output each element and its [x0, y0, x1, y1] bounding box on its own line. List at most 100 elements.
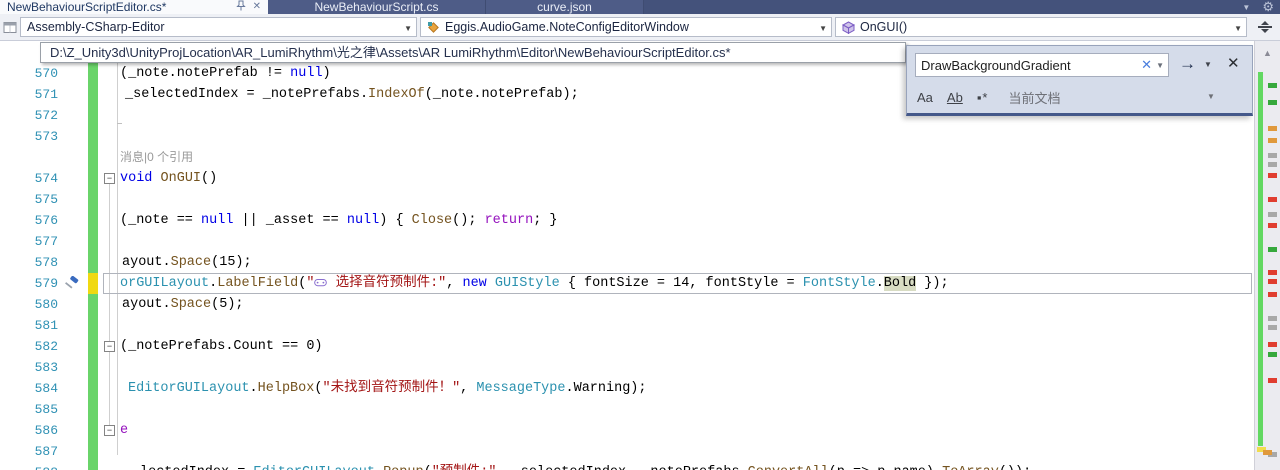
scrollbar-annotation-mark	[1268, 325, 1277, 330]
find-options-chevron-icon[interactable]: ▼	[1204, 60, 1212, 69]
code-line: 577	[0, 231, 1254, 252]
tab-list-chevron-icon[interactable]: ▼	[1242, 3, 1250, 12]
vertical-scrollbar[interactable]: ▲	[1254, 41, 1280, 470]
scrollbar-annotation-mark	[1268, 153, 1277, 158]
fold-collapse-box[interactable]: −	[104, 425, 115, 436]
scrollbar-annotation-mark	[1268, 292, 1277, 297]
scrollbar-annotation-mark	[1268, 197, 1277, 202]
close-find-panel-button[interactable]: ✕	[1227, 54, 1240, 72]
member-dropdown[interactable]: OnGUI() ▼	[835, 17, 1247, 37]
search-box: ✕ ▼	[915, 53, 1169, 77]
find-panel: ✕ ▼ → ▼ ✕ Aa Ab ▪* 当前文档 ▼	[906, 45, 1253, 116]
line-number: 571	[34, 87, 58, 102]
code-line: 576 (_note == null || _asset == null) { C…	[0, 210, 1254, 231]
code-text: void OnGUI()	[120, 171, 218, 186]
close-tab-icon[interactable]: ✕	[253, 0, 261, 14]
tab-label: NewBehaviourScriptEditor.cs*	[7, 0, 167, 14]
code-line: 587	[0, 441, 1254, 462]
project-dropdown[interactable]: Assembly-CSharp-Editor ▼	[20, 17, 417, 37]
line-number: 572	[34, 108, 58, 123]
code-text: (_note == null || _asset == null) { Clos…	[120, 213, 558, 228]
code-line: 588 lectedIndex = EditorGUILayout.Popup("…	[0, 462, 1254, 470]
code-text: ayout.Space(15);	[122, 255, 252, 270]
scrollbar-annotation-mark	[1268, 352, 1277, 357]
code-line: 584 EditorGUILayout.HelpBox("未找到音符预制件！", …	[0, 378, 1254, 399]
scrollbar-annotation-mark	[1268, 279, 1277, 284]
gear-icon[interactable]: ⚙	[1262, 0, 1274, 15]
line-number: 570	[34, 66, 58, 81]
regex-toggle[interactable]: ▪*	[977, 90, 989, 105]
line-number: 580	[34, 297, 58, 312]
code-line: 581	[0, 315, 1254, 336]
code-line: 583	[0, 357, 1254, 378]
scrollbar-annotation-mark	[1268, 162, 1277, 167]
chevron-down-icon: ▼	[1234, 24, 1242, 33]
code-text: ayout.Space(5);	[122, 297, 244, 312]
line-number: 577	[34, 234, 58, 249]
code-line: 585	[0, 399, 1254, 420]
code-line: 574 − void OnGUI()	[0, 168, 1254, 189]
pin-icon[interactable]	[235, 0, 246, 14]
code-text: e	[120, 423, 129, 438]
line-number: 586	[34, 423, 58, 438]
type-dropdown[interactable]: Eggis.AudioGame.NoteConfigEditorWindow ▼	[420, 17, 832, 37]
chevron-down-icon: ▼	[404, 24, 412, 33]
line-number: 581	[34, 318, 58, 333]
document-tab-bar: NewBehaviourScriptEditor.cs* ✕ NewBehavi…	[0, 0, 1280, 14]
scrollbar-annotation-mark	[1268, 378, 1277, 383]
search-history-chevron-icon[interactable]: ▼	[1156, 61, 1168, 70]
whole-word-toggle[interactable]: Ab	[947, 90, 963, 105]
line-number: 583	[34, 360, 58, 375]
fold-collapse-box[interactable]: −	[104, 173, 115, 184]
line-number: 587	[34, 444, 58, 459]
scrollbar-annotation-mark	[1268, 270, 1277, 275]
project-icon	[3, 21, 17, 39]
scrollbar-annotation-mark	[1268, 126, 1277, 131]
chevron-down-icon: ▼	[819, 24, 827, 33]
vs-editor-window: NewBehaviourScriptEditor.cs* ✕ NewBehavi…	[0, 0, 1280, 470]
scrollbar-annotation-mark	[1263, 450, 1272, 455]
project-dropdown-label: Assembly-CSharp-Editor	[27, 20, 165, 34]
codelens-text: 消息|0 个引用	[120, 150, 194, 164]
line-number: 585	[34, 402, 58, 417]
scrollbar-up-arrow[interactable]: ▲	[1255, 48, 1280, 58]
scrollbar-annotation-mark	[1268, 212, 1277, 217]
code-text: (_notePrefabs.Count == 0)	[120, 339, 323, 354]
search-input[interactable]	[916, 55, 1138, 75]
code-line: 573	[0, 126, 1254, 147]
clear-search-icon[interactable]: ✕	[1137, 57, 1156, 73]
scope-chevron-icon[interactable]: ▼	[1207, 92, 1215, 101]
scrollbar-annotation-mark	[1268, 247, 1277, 252]
scrollbar-annotation-mark	[1268, 223, 1277, 228]
code-text: (_note.notePrefab != null)	[120, 66, 331, 81]
scrollbar-annotation-mark	[1268, 342, 1277, 347]
fold-collapse-box[interactable]: −	[104, 341, 115, 352]
split-window-handle[interactable]	[1256, 19, 1274, 35]
scrollbar-annotation-mark	[1268, 138, 1277, 143]
line-number: 579	[34, 276, 58, 291]
type-dropdown-label: Eggis.AudioGame.NoteConfigEditorWindow	[445, 20, 689, 34]
code-line: 578 ayout.Space(15);	[0, 252, 1254, 273]
find-next-button[interactable]: →	[1179, 53, 1196, 75]
code-line: 582 − (_notePrefabs.Count == 0)	[0, 336, 1254, 357]
tab-newbehaviourscripteditor[interactable]: NewBehaviourScriptEditor.cs* ✕	[0, 0, 268, 14]
line-number: 578	[34, 255, 58, 270]
line-number: 576	[34, 213, 58, 228]
code-line: 586 − e	[0, 420, 1254, 441]
tab-newbehaviourscript[interactable]: NewBehaviourScript.cs	[268, 0, 486, 14]
match-case-toggle[interactable]: Aa	[917, 90, 933, 105]
scrollbar-change-track	[1258, 72, 1263, 446]
code-text: orGUILayout.LabelField(" 选择音符预制件:", new …	[120, 273, 949, 295]
tab-curve-json[interactable]: curve.json	[486, 0, 644, 14]
line-number: 588	[0, 462, 58, 470]
code-text: lectedIndex = EditorGUILayout.Popup("预制件…	[120, 462, 1031, 470]
file-path-tooltip: D:\Z_Unity3d\UnityProjLocation\AR_LumiRh…	[40, 42, 906, 63]
search-scope-dropdown[interactable]: 当前文档	[1008, 88, 1060, 107]
line-number: 584	[34, 381, 58, 396]
line-number: 582	[34, 339, 58, 354]
code-text: _selectedIndex = _notePrefabs.IndexOf(_n…	[125, 87, 579, 102]
class-icon	[427, 21, 440, 34]
codelens-row: 消息|0 个引用	[0, 147, 1254, 168]
code-line: 580 ayout.Space(5);	[0, 294, 1254, 315]
gamepad-icon	[314, 274, 328, 295]
